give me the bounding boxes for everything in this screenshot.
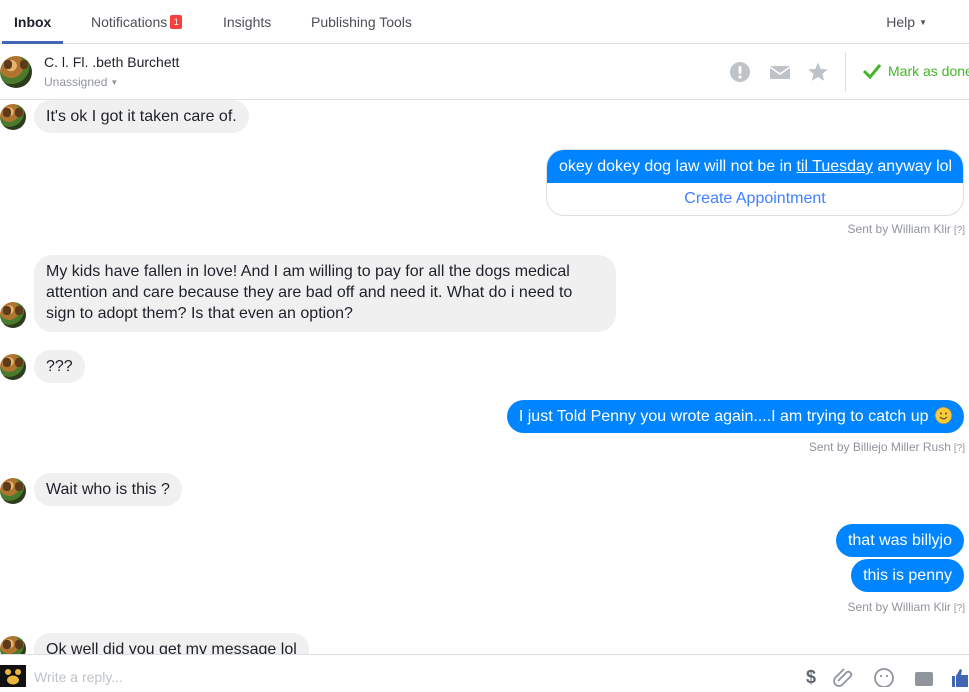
paperclip-icon[interactable] [833, 667, 855, 687]
sender-avatar [0, 302, 26, 328]
incoming-message: It's ok I got it taken care of. [34, 100, 249, 133]
help-marker[interactable]: [?] [954, 603, 965, 614]
outgoing-message: I just Told Penny you wrote again....I a… [506, 400, 964, 433]
tab-inbox[interactable]: Inbox [1, 0, 64, 44]
assignment-label: Unassigned [44, 75, 108, 89]
message-text: anyway lol [872, 158, 953, 175]
sent-by-text: Sent by Billiejo Miller Rush [808, 440, 951, 454]
tab-notifications-label: Notifications [91, 14, 168, 30]
assignment-dropdown[interactable]: Unassigned ▼ [44, 75, 118, 89]
conversation-header: C. l. Fl. .beth Burchett Unassigned ▼ Mar… [0, 44, 969, 100]
mark-as-done-button[interactable]: Mark as done [862, 62, 969, 80]
star-icon[interactable] [807, 61, 829, 83]
sent-by-text: Sent by William Klir [847, 222, 951, 236]
sticker-icon[interactable] [913, 667, 935, 687]
smiley-emoji-icon [935, 407, 952, 424]
tab-publishing-tools[interactable]: Publishing Tools [311, 0, 412, 44]
notifications-badge: 1 [170, 15, 183, 29]
thumbs-up-icon[interactable] [952, 667, 969, 687]
sender-avatar [0, 354, 26, 380]
caret-down-icon: ▼ [919, 18, 927, 27]
tab-insights-label: Insights [223, 14, 272, 30]
incoming-message: ??? [34, 350, 85, 383]
sent-by-label: Sent by William Klir [?] [848, 600, 965, 614]
sent-by-text: Sent by William Klir [847, 600, 951, 614]
create-appointment-button[interactable]: Create Appointment [547, 183, 963, 215]
emoji-icon[interactable] [873, 667, 895, 687]
message-thread[interactable]: It's ok I got it taken care of. okey dok… [0, 100, 969, 654]
header-divider [845, 52, 846, 92]
sent-by-label: Sent by Billiejo Miller Rush [?] [809, 440, 965, 454]
incoming-message: Ok well did you get my message lol [34, 633, 309, 654]
outgoing-message: okey dokey dog law will not be in til Tu… [547, 150, 963, 183]
tab-notifications[interactable]: Notifications 1 [91, 0, 183, 44]
dollar-icon[interactable]: $ [805, 667, 819, 687]
contact-avatar[interactable] [0, 56, 32, 88]
sent-by-label: Sent by William Klir [?] [848, 222, 965, 236]
svg-text:$: $ [806, 667, 816, 687]
contact-name[interactable]: C. l. Fl. .beth Burchett [44, 54, 179, 70]
sender-avatar [0, 478, 26, 504]
checkmark-icon [862, 64, 882, 80]
sender-avatar [0, 636, 26, 654]
sender-avatar [0, 104, 26, 130]
reply-input[interactable] [34, 669, 734, 685]
incoming-message: My kids have fallen in love! And I am wi… [34, 255, 616, 332]
outgoing-message: this is penny [851, 559, 964, 592]
help-marker[interactable]: [?] [954, 225, 965, 236]
help-label: Help [886, 14, 916, 30]
caret-down-icon: ▼ [110, 78, 119, 87]
message-text: I just Told Penny you wrote again....I a… [518, 408, 929, 425]
exclamation-circle-icon[interactable] [729, 61, 751, 83]
help-marker[interactable]: [?] [954, 443, 965, 454]
date-link[interactable]: til Tuesday [796, 158, 872, 175]
tab-insights[interactable]: Insights [223, 0, 271, 44]
top-navigation: Inbox Notifications 1 Insights Publishing… [0, 0, 969, 44]
message-text: okey dokey dog law will not be in [559, 158, 797, 175]
tab-publishing-tools-label: Publishing Tools [311, 14, 412, 30]
reply-composer: $ [0, 654, 969, 687]
incoming-message: Wait who is this ? [34, 473, 182, 506]
outgoing-message-card: okey dokey dog law will not be in til Tu… [546, 149, 964, 216]
outgoing-message: that was billyjo [835, 524, 964, 557]
mark-as-done-label: Mark as done [888, 63, 969, 79]
help-menu[interactable]: Help ▼ [886, 0, 927, 45]
envelope-icon[interactable] [769, 61, 791, 83]
tab-inbox-label: Inbox [14, 14, 52, 30]
